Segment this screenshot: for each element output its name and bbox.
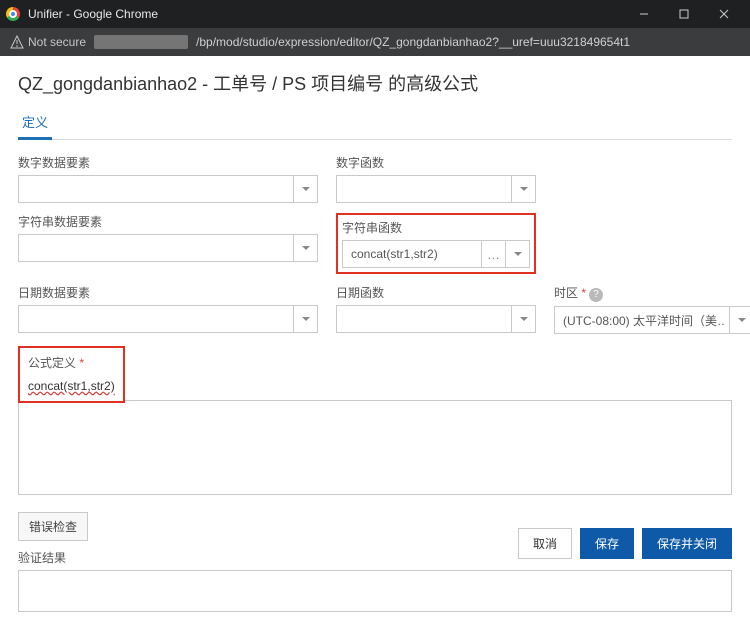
validation-result-area	[18, 570, 732, 612]
chevron-down-icon[interactable]	[505, 241, 529, 267]
not-secure-indicator: Not secure	[10, 35, 86, 49]
tab-bar: 定义	[18, 106, 732, 140]
field-numeric-func: 数字函数	[336, 154, 536, 203]
input-timezone[interactable]	[554, 306, 750, 334]
page-title: QZ_gongdanbianhao2 - 工单号 / PS 项目编号 的高级公式	[18, 70, 732, 96]
url-host-redacted: xxxxxxxxxxxxxxx	[94, 35, 188, 49]
formula-textarea[interactable]	[18, 400, 732, 495]
label-string-func: 字符串函数	[342, 219, 530, 236]
chevron-down-icon[interactable]	[293, 235, 317, 261]
error-check-button[interactable]: 错误检查	[18, 512, 88, 541]
minimize-button[interactable]	[624, 0, 664, 28]
chevron-down-icon[interactable]	[293, 306, 317, 332]
input-date-func[interactable]	[336, 305, 536, 333]
field-date-element: 日期数据要素	[18, 284, 318, 334]
help-icon[interactable]: ?	[589, 288, 603, 302]
input-date-element[interactable]	[18, 305, 318, 333]
maximize-button[interactable]	[664, 0, 704, 28]
field-date-func: 日期函数	[336, 284, 536, 334]
input-string-element[interactable]	[18, 234, 318, 262]
select-string-element[interactable]	[18, 234, 318, 262]
formula-highlight: 公式定义 * concat(str1,str2)	[18, 346, 125, 403]
label-string-element: 字符串数据要素	[18, 213, 318, 230]
address-bar: Not secure xxxxxxxxxxxxxxx /bp/mod/studi…	[0, 28, 750, 56]
select-timezone[interactable]	[554, 306, 750, 334]
warning-icon	[10, 35, 24, 49]
footer-actions: 取消 保存 保存并关闭	[518, 528, 732, 559]
save-button[interactable]: 保存	[580, 528, 634, 559]
input-numeric-element[interactable]	[18, 175, 318, 203]
url-path: /bp/mod/studio/expression/editor/QZ_gong…	[196, 35, 630, 49]
save-close-button[interactable]: 保存并关闭	[642, 528, 732, 559]
combo-string-func[interactable]: …	[342, 240, 530, 268]
input-numeric-func[interactable]	[336, 175, 536, 203]
label-formula: 公式定义 *	[28, 354, 115, 371]
chevron-down-icon[interactable]	[511, 306, 535, 332]
cancel-button[interactable]: 取消	[518, 528, 572, 559]
field-string-func: 字符串函数 …	[336, 213, 536, 274]
field-string-element: 字符串数据要素	[18, 213, 318, 274]
label-numeric-element: 数字数据要素	[18, 154, 318, 171]
select-numeric-element[interactable]	[18, 175, 318, 203]
not-secure-label: Not secure	[28, 35, 86, 49]
label-date-element: 日期数据要素	[18, 284, 318, 301]
field-numeric-element: 数字数据要素	[18, 154, 318, 203]
label-date-func: 日期函数	[336, 284, 536, 301]
field-timezone: 时区 *?	[554, 284, 750, 334]
select-date-func[interactable]	[336, 305, 536, 333]
select-numeric-func[interactable]	[336, 175, 536, 203]
chevron-down-icon[interactable]	[511, 176, 535, 202]
window-titlebar: Unifier - Google Chrome	[0, 0, 750, 28]
chevron-down-icon[interactable]	[293, 176, 317, 202]
label-timezone: 时区 *?	[554, 284, 750, 302]
formula-value-preview: concat(str1,str2)	[28, 379, 115, 393]
tab-definition[interactable]: 定义	[18, 106, 52, 140]
label-numeric-func: 数字函数	[336, 154, 536, 171]
chevron-down-icon[interactable]	[729, 307, 750, 333]
window-title: Unifier - Google Chrome	[28, 7, 158, 21]
select-date-element[interactable]	[18, 305, 318, 333]
chrome-icon	[6, 7, 20, 21]
close-button[interactable]	[704, 0, 744, 28]
ellipsis-icon[interactable]: …	[481, 241, 505, 267]
